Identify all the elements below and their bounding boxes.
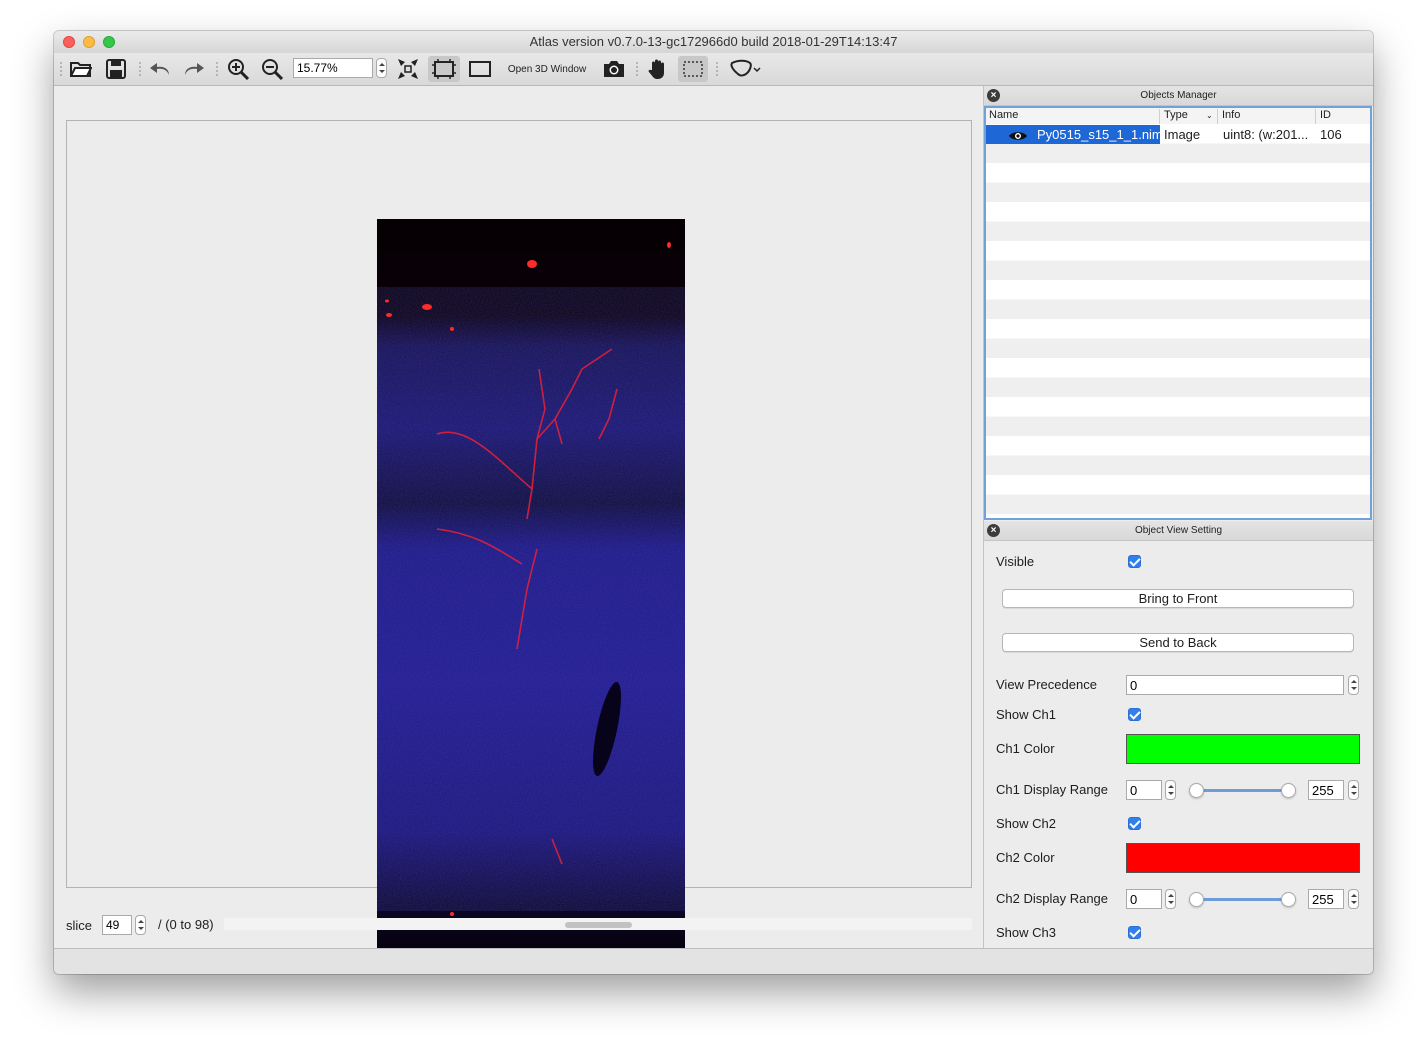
- minimize-window-button[interactable]: [83, 36, 95, 48]
- column-name[interactable]: Name: [989, 109, 1018, 121]
- ch2-display-range-label: Ch2 Display Range: [996, 891, 1109, 906]
- open-3d-window-button[interactable]: Open 3D Window: [502, 56, 592, 82]
- redo-icon[interactable]: [180, 56, 208, 82]
- show-ch1-label: Show Ch1: [996, 707, 1056, 722]
- save-icon[interactable]: [102, 56, 130, 82]
- ch2-range-max-stepper[interactable]: [1348, 889, 1359, 909]
- visible-label: Visible: [996, 554, 1035, 569]
- open-folder-icon[interactable]: [67, 56, 95, 82]
- undo-icon[interactable]: [146, 56, 174, 82]
- microscopy-image[interactable]: [377, 219, 685, 966]
- object-view-setting-title: Object View Setting: [1134, 525, 1223, 536]
- status-bar: [54, 948, 1373, 974]
- slice-stepper[interactable]: [135, 915, 146, 935]
- row-info-cell: uint8: (w:201...: [1223, 127, 1309, 142]
- image-slice-render: [377, 219, 685, 966]
- ch2-color-label: Ch2 Color: [996, 850, 1055, 865]
- close-panel-icon[interactable]: ×: [987, 524, 1000, 537]
- ch1-range-slider-track[interactable]: [1196, 789, 1292, 792]
- ch1-range-max-stepper[interactable]: [1348, 780, 1359, 800]
- column-type[interactable]: Type: [1164, 109, 1188, 121]
- ch2-range-min-input[interactable]: [1126, 889, 1162, 909]
- app-window: Atlas version v0.7.0-13-gc172966d0 build…: [54, 31, 1373, 974]
- zoom-window-button[interactable]: [103, 36, 115, 48]
- ch1-range-min-input[interactable]: [1126, 780, 1162, 800]
- camera-icon[interactable]: [600, 56, 628, 82]
- show-ch3-label: Show Ch3: [996, 925, 1056, 940]
- rect-select-icon[interactable]: [678, 56, 708, 82]
- lasso-select-icon[interactable]: [726, 56, 766, 82]
- panel-splitter[interactable]: [983, 86, 984, 948]
- show-ch3-checkbox[interactable]: [1128, 926, 1141, 939]
- column-divider: [1159, 109, 1160, 125]
- zoom-level-input[interactable]: [293, 58, 373, 78]
- title-bar: Atlas version v0.7.0-13-gc172966d0 build…: [54, 31, 1373, 53]
- object-view-setting-panel: Visible Bring to Front Send to Back View…: [984, 542, 1373, 948]
- image-viewport[interactable]: [66, 120, 972, 966]
- zoom-out-icon[interactable]: [258, 56, 286, 82]
- hand-pan-icon[interactable]: [644, 56, 672, 82]
- visible-checkbox[interactable]: [1128, 555, 1141, 568]
- sort-chevron-icon[interactable]: ⌄: [1206, 111, 1213, 120]
- slice-scrollbar[interactable]: [224, 918, 972, 930]
- column-info[interactable]: Info: [1222, 109, 1240, 121]
- show-ch2-label: Show Ch2: [996, 816, 1056, 831]
- zoom-in-icon[interactable]: [224, 56, 252, 82]
- toolbar-separator: [216, 61, 218, 77]
- actual-size-icon[interactable]: [466, 56, 494, 82]
- fit-view-icon[interactable]: [428, 56, 460, 82]
- toolbar-separator: [139, 61, 141, 77]
- slice-scrollbar-thumb[interactable]: [565, 922, 632, 928]
- row-type-cell: Image: [1164, 127, 1201, 142]
- slice-input[interactable]: [102, 915, 132, 935]
- ch1-range-max-handle[interactable]: [1281, 783, 1296, 798]
- objects-manager-header: × Objects Manager: [984, 86, 1373, 106]
- objects-manager-title: Objects Manager: [1140, 90, 1217, 101]
- ch2-range-min-stepper[interactable]: [1165, 889, 1176, 909]
- objects-table[interactable]: Name Type ⌄ Info ID Py0515_s15_1_1.nim I…: [984, 106, 1372, 520]
- fit-to-window-icon[interactable]: [394, 56, 422, 82]
- ch2-range-min-handle[interactable]: [1189, 892, 1204, 907]
- window-title: Atlas version v0.7.0-13-gc172966d0 build…: [529, 34, 898, 49]
- ch1-range-min-handle[interactable]: [1189, 783, 1204, 798]
- eye-visible-icon[interactable]: [1008, 128, 1028, 147]
- row-name-text: Py0515_s15_1_1.nim: [1037, 127, 1163, 142]
- table-body: [986, 124, 1370, 518]
- ch1-range-min-stepper[interactable]: [1165, 780, 1176, 800]
- ch2-color-swatch[interactable]: [1126, 843, 1360, 873]
- ch2-range-max-input[interactable]: [1308, 889, 1344, 909]
- row-name-cell[interactable]: Py0515_s15_1_1.nim: [986, 125, 1163, 147]
- slice-label: slice: [66, 917, 93, 933]
- ch2-range-max-handle[interactable]: [1281, 892, 1296, 907]
- ch1-display-range-label: Ch1 Display Range: [996, 782, 1109, 797]
- column-divider: [1315, 109, 1316, 125]
- ch2-range-slider-track[interactable]: [1196, 898, 1292, 901]
- toolbar: Open 3D Window: [54, 53, 1373, 86]
- view-precedence-stepper[interactable]: [1348, 675, 1359, 695]
- row-id-cell: 106: [1320, 127, 1342, 142]
- objects-table-header: Name Type ⌄ Info ID: [986, 108, 1370, 125]
- show-ch1-checkbox[interactable]: [1128, 708, 1141, 721]
- view-precedence-label: View Precedence: [996, 677, 1097, 692]
- view-precedence-input[interactable]: [1126, 675, 1344, 695]
- ch1-range-max-input[interactable]: [1308, 780, 1344, 800]
- bring-to-front-button[interactable]: Bring to Front: [1002, 589, 1354, 608]
- toolbar-separator: [636, 61, 638, 77]
- close-panel-icon[interactable]: ×: [987, 89, 1000, 102]
- toolbar-separator: [716, 61, 718, 77]
- ch1-color-swatch[interactable]: [1126, 734, 1360, 764]
- column-divider: [1217, 109, 1218, 125]
- ch1-color-label: Ch1 Color: [996, 741, 1055, 756]
- object-view-setting-header: × Object View Setting: [984, 521, 1373, 541]
- column-id[interactable]: ID: [1320, 109, 1331, 121]
- slice-range-text: / (0 to 98): [158, 917, 214, 932]
- table-row[interactable]: Py0515_s15_1_1.nim Image uint8: (w:201..…: [986, 125, 1370, 144]
- zoom-stepper[interactable]: [376, 58, 387, 78]
- send-to-back-button[interactable]: Send to Back: [1002, 633, 1354, 652]
- close-window-button[interactable]: [63, 36, 75, 48]
- toolbar-separator: [60, 61, 62, 77]
- show-ch2-checkbox[interactable]: [1128, 817, 1141, 830]
